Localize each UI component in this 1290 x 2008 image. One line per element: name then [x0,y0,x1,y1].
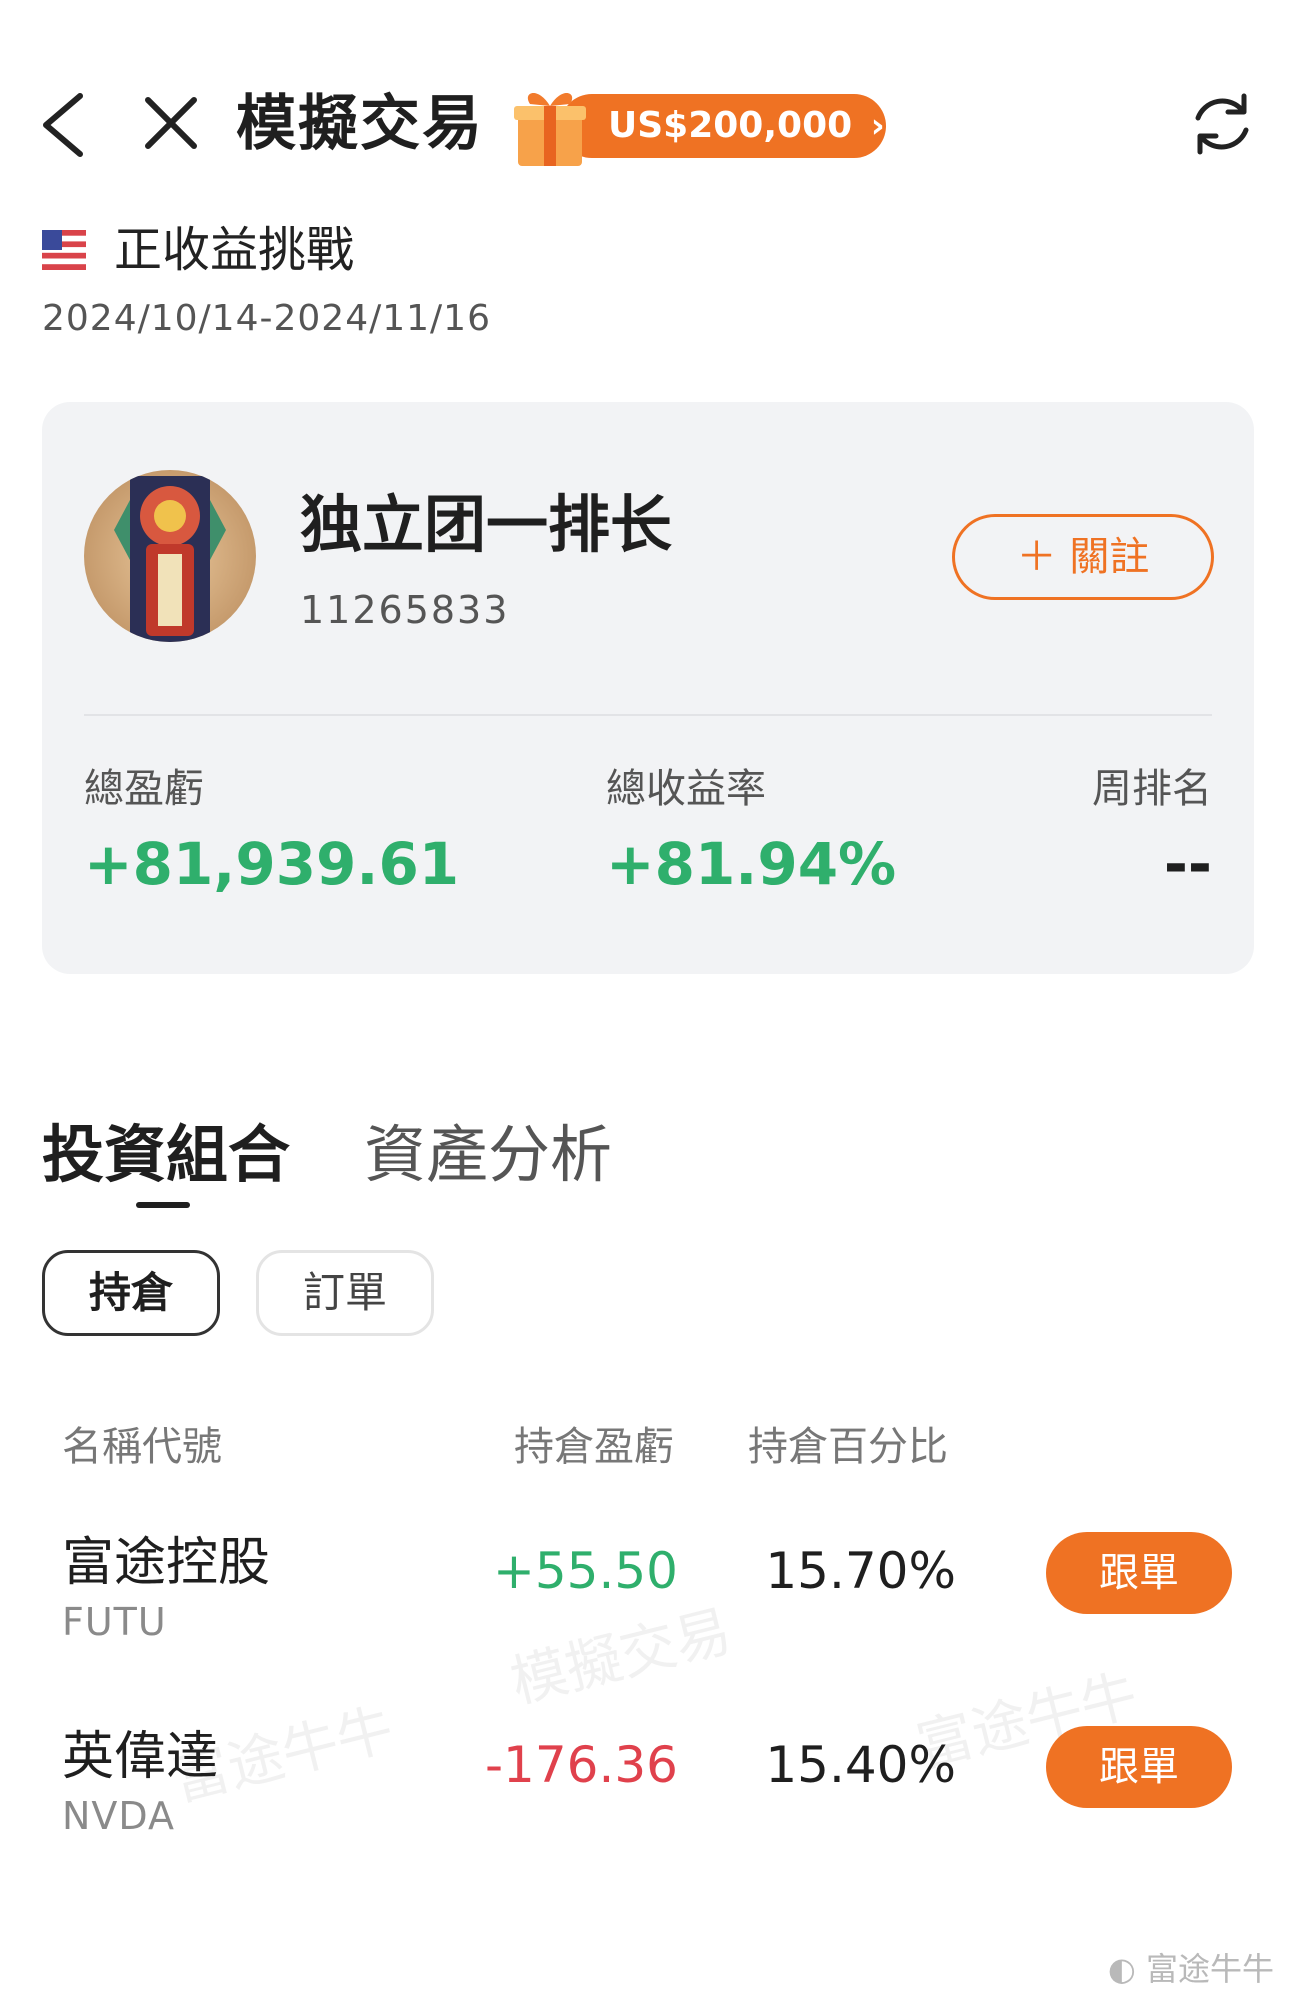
total-return-label: 總收益率 [606,766,766,812]
stock-code: FUTU [62,1600,167,1644]
weekly-rank-label: 周排名 [1092,766,1212,812]
avatar[interactable] [84,470,256,642]
us-flag-icon [42,230,86,270]
total-pnl-value: +81,939.61 [84,830,460,898]
back-arrow-icon[interactable] [36,90,96,160]
table-row[interactable]: 英偉達 NVDA -176.36 15.40% 跟單 [0,1714,1290,1884]
position-percent: 15.40% [765,1736,956,1794]
stock-name: 英偉達 [62,1727,219,1787]
username: 独立团一排长 [300,488,673,561]
top-bar: 模擬交易 US$200,000 › [0,70,1290,180]
promo-banner[interactable]: US$200,000 › [512,84,892,166]
follow-order-button[interactable]: 跟單 [1046,1532,1232,1614]
promo-amount: US$200,000 [608,105,853,146]
user-id: 11265833 [300,588,510,632]
chevron-right-icon: › [870,106,885,146]
page-title: 模擬交易 [236,89,484,159]
weekly-rank-value: -- [1163,830,1212,898]
total-return-value: +81.94% [606,830,897,898]
challenge-dates: 2024/10/14-2024/11/16 [42,298,491,339]
follow-order-button[interactable]: 跟單 [1046,1726,1232,1808]
total-pnl-label: 總盈虧 [84,766,204,812]
position-pnl: +55.50 [492,1542,678,1600]
tab-indicator [136,1202,190,1208]
position-percent: 15.70% [765,1542,956,1600]
challenge-title: 正收益挑戰 [114,222,355,278]
close-icon[interactable] [140,92,202,154]
gift-box-icon [512,84,588,170]
refresh-icon[interactable] [1186,88,1258,160]
table-row[interactable]: 富途控股 FUTU +55.50 15.70% 跟單 [0,1520,1290,1690]
subtab-positions[interactable]: 持倉 [42,1250,220,1336]
brand-logo-icon: ◐ [1107,1950,1136,1988]
column-header-percent: 持倉百分比 [748,1424,948,1470]
follow-button[interactable]: ＋ 關註 [952,514,1214,600]
corner-watermark-text: 富途牛牛 [1145,1950,1274,1988]
position-pnl: -176.36 [485,1736,678,1794]
stock-name: 富途控股 [62,1533,271,1593]
profile-card: 独立团一排长 11265833 ＋ 關註 總盈虧 +81,939.61 總收益率… [42,402,1254,974]
tab-portfolio[interactable]: 投資組合 [42,1104,290,1194]
corner-watermark: ◐ 富途牛牛 [1108,1944,1274,1990]
promo-amount-button[interactable]: US$200,000 › [560,94,886,158]
tab-asset-analysis[interactable]: 資產分析 [364,1104,612,1194]
divider [84,714,1212,716]
mock-trading-page: 模擬交易 US$200,000 › 正收益挑戰 2024/10/14-2024/… [0,0,1290,2008]
stock-code: NVDA [62,1794,176,1838]
column-header-name: 名稱代號 [62,1424,222,1470]
subtab-orders[interactable]: 訂單 [256,1250,434,1336]
column-header-pnl: 持倉盈虧 [514,1424,674,1470]
